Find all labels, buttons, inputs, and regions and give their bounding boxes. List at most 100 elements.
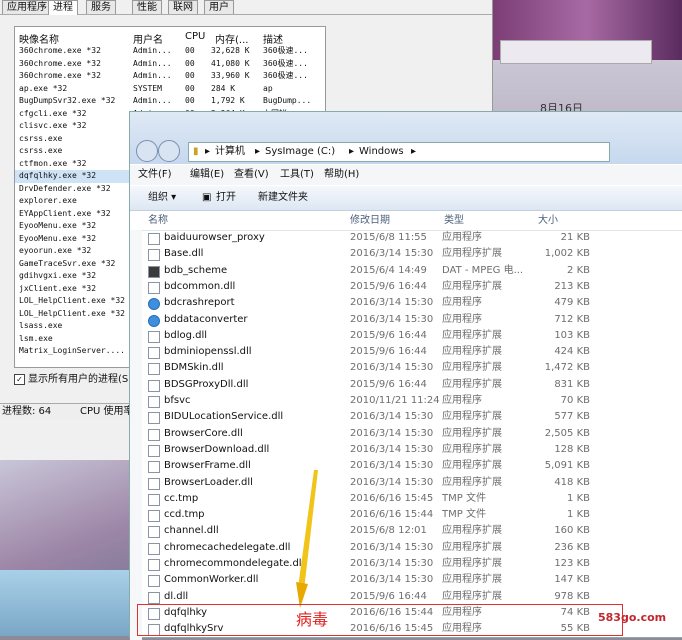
annotation-arrow: [296, 470, 318, 608]
file-row[interactable]: bddataconverter 2016/3/14 15:30 应用程序 712 KB: [144, 312, 604, 328]
file-type: 应用程序扩展: [442, 362, 502, 374]
forward-button[interactable]: [158, 140, 180, 162]
file-row[interactable]: bfsvc 2010/11/21 11:24 应用程序 70 KB: [144, 393, 604, 409]
file-size: 123 KB: [554, 558, 590, 569]
file-row[interactable]: BIDULocationService.dll 2016/3/14 15:30 应用…: [144, 409, 604, 425]
menu-file[interactable]: 文件(F): [138, 165, 172, 185]
file-row[interactable]: bdcommon.dll 2015/9/6 16:44 应用程序扩展 213 KB: [144, 279, 604, 295]
file-row[interactable]: BrowserLoader.dll 2016/3/14 15:30 应用程序扩展 41…: [144, 475, 604, 491]
process-name: lsass.exe: [19, 321, 63, 330]
file-type: 应用程序: [442, 297, 482, 309]
file-name: BrowserDownload.dll: [164, 443, 270, 455]
new-folder-button[interactable]: 新建文件夹: [258, 186, 308, 210]
tab-networking[interactable]: 联网: [168, 0, 198, 14]
breadcrumb-drive[interactable]: SysImage (C:): [265, 143, 335, 161]
process-row[interactable]: ap.exe *32 SYSTEM 00 284 K ap: [15, 83, 325, 96]
file-size: 70 KB: [560, 395, 590, 406]
file-row[interactable]: chromecachedelegate.dll 2016/3/14 15:30 应用…: [144, 540, 604, 556]
file-row[interactable]: bdminiopenssl.dll 2015/9/6 16:44 应用程序扩展 424…: [144, 344, 604, 360]
process-user: Admin...: [133, 71, 172, 80]
menu-tools[interactable]: 工具(T): [280, 165, 314, 185]
file-size: 236 KB: [554, 541, 590, 553]
tab-performance[interactable]: 性能: [132, 0, 162, 14]
tab-users[interactable]: 用户: [204, 0, 234, 14]
col-size[interactable]: 大小: [538, 212, 558, 230]
col-type[interactable]: 类型: [444, 212, 464, 230]
col-date[interactable]: 修改日期: [350, 212, 390, 230]
file-row[interactable]: BrowserDownload.dll 2016/3/14 15:30 应用程序扩展…: [144, 442, 604, 458]
file-type: TMP 文件: [442, 492, 486, 504]
tab-services[interactable]: 服务: [86, 0, 116, 14]
app-icon: [148, 233, 160, 245]
tab-applications[interactable]: 应用程序: [2, 0, 52, 14]
show-all-users-checkbox[interactable]: ✓ 显示所有用户的进程(S): [14, 370, 132, 385]
file-row[interactable]: CommonWorker.dll 2016/3/14 15:30 应用程序扩展 147…: [144, 572, 604, 588]
file-row[interactable]: dl.dll 2015/9/6 16:44 应用程序扩展 978 KB: [144, 589, 604, 605]
menu-help[interactable]: 帮助(H): [324, 165, 359, 185]
open-button[interactable]: 打开: [216, 186, 236, 210]
process-list-header: 映像名称 用户名 CPU 内存(... 描述: [15, 29, 325, 46]
file-row[interactable]: ccd.tmp 2016/6/16 15:44 TMP 文件 1 KB: [144, 507, 604, 523]
col-user[interactable]: 用户名: [133, 31, 163, 46]
process-row[interactable]: 360chrome.exe *32 Admin... 00 41,080 K 360极速…: [15, 58, 325, 71]
file-row[interactable]: BrowserCore.dll 2016/3/14 15:30 应用程序扩展 2,50…: [144, 426, 604, 442]
file-name: bfsvc: [164, 395, 191, 406]
dll-file-icon: [148, 559, 160, 571]
col-cpu[interactable]: CPU: [185, 31, 205, 42]
file-size: 2,505 KB: [544, 427, 590, 439]
file-name: ccd.tmp: [164, 509, 205, 521]
file-type: TMP 文件: [442, 509, 486, 521]
file-date: 2016/6/16 15:44: [350, 509, 434, 521]
file-type: 应用程序扩展: [442, 329, 502, 341]
file-row[interactable]: bdcrashreport 2016/3/14 15:30 应用程序 479 KB: [144, 295, 604, 311]
process-mem: 1,792 K: [211, 96, 245, 105]
breadcrumb-computer[interactable]: 计算机: [215, 143, 245, 161]
dll-file-icon: [148, 461, 160, 474]
process-row[interactable]: BugDumpSvr32.exe *32 Admin... 00 1,792 K Bug…: [15, 95, 325, 108]
menu-view[interactable]: 查看(V): [234, 165, 269, 185]
checkbox-box[interactable]: ✓: [14, 373, 25, 385]
col-description[interactable]: 描述: [263, 31, 283, 46]
process-cpu: 00: [185, 83, 195, 93]
file-size: 128 KB: [554, 443, 590, 455]
file-row[interactable]: cc.tmp 2016/6/16 15:45 TMP 文件 1 KB: [144, 491, 604, 507]
file-row[interactable]: bdb_scheme 2015/6/4 14:49 DAT - MPEG 电... 2…: [144, 263, 604, 279]
file-row[interactable]: BDSGProxyDll.dll 2015/9/6 16:44 应用程序扩展 831 …: [144, 377, 604, 393]
file-size: 103 KB: [554, 329, 590, 341]
file-type: 应用程序扩展: [442, 280, 502, 292]
file-row[interactable]: BDMSkin.dll 2016/3/14 15:30 应用程序扩展 1,472 KB: [144, 360, 604, 376]
file-size: 831 KB: [554, 378, 590, 390]
breadcrumb-windows[interactable]: Windows: [359, 143, 404, 161]
col-name[interactable]: 名称: [148, 212, 168, 230]
app-icon: [148, 265, 160, 278]
file-date: 2016/3/14 15:30: [350, 460, 434, 472]
tab-processes[interactable]: 进程: [48, 0, 78, 15]
file-date: 2016/3/14 15:30: [350, 297, 434, 309]
file-row[interactable]: channel.dll 2015/6/8 12:01 应用程序扩展 160 KB: [144, 523, 604, 539]
file-name: chromecachedelegate.dll: [164, 541, 291, 553]
process-count: 进程数: 64: [2, 406, 52, 417]
navigation-pane[interactable]: [130, 230, 142, 640]
process-row[interactable]: 360chrome.exe *32 Admin... 00 33,960 K 360极速…: [15, 70, 325, 83]
file-type: 应用程序扩展: [442, 590, 502, 602]
organize-button[interactable]: 组织 ▾: [148, 186, 176, 210]
file-row[interactable]: chromecommondelegate.dll 2016/3/14 15:30 应…: [144, 556, 604, 572]
process-row[interactable]: 360chrome.exe *32 Admin... 00 32,628 K 360极速…: [15, 45, 325, 58]
file-row[interactable]: Base.dll 2016/3/14 15:30 应用程序扩展 1,002 KB: [144, 246, 604, 262]
file-row[interactable]: baiduurowser_proxy 2015/6/8 11:55 应用程序 21 K…: [144, 230, 604, 246]
file-row[interactable]: BrowserFrame.dll 2016/3/14 15:30 应用程序扩展 5,0…: [144, 458, 604, 474]
file-row[interactable]: bdlog.dll 2015/9/6 16:44 应用程序扩展 103 KB: [144, 328, 604, 344]
file-type: 应用程序扩展: [442, 427, 502, 439]
process-name: BugDumpSvr32.exe *32: [19, 96, 116, 105]
process-name: eyoorun.exe *32: [19, 246, 92, 255]
file-name: baiduurowser_proxy: [164, 232, 265, 243]
dll-file-icon: [148, 444, 160, 457]
col-image-name[interactable]: 映像名称: [19, 31, 59, 46]
col-memory[interactable]: 内存(...: [215, 31, 248, 46]
process-desc: ap: [263, 83, 273, 93]
process-desc: BugDump...: [263, 96, 312, 105]
address-bar[interactable]: ▮ ▸ 计算机 ▸ SysImage (C:) ▸ Windows ▸: [188, 142, 610, 162]
back-button[interactable]: [136, 140, 158, 162]
file-date: 2016/3/14 15:30: [350, 313, 434, 325]
menu-edit[interactable]: 编辑(E): [190, 165, 224, 185]
